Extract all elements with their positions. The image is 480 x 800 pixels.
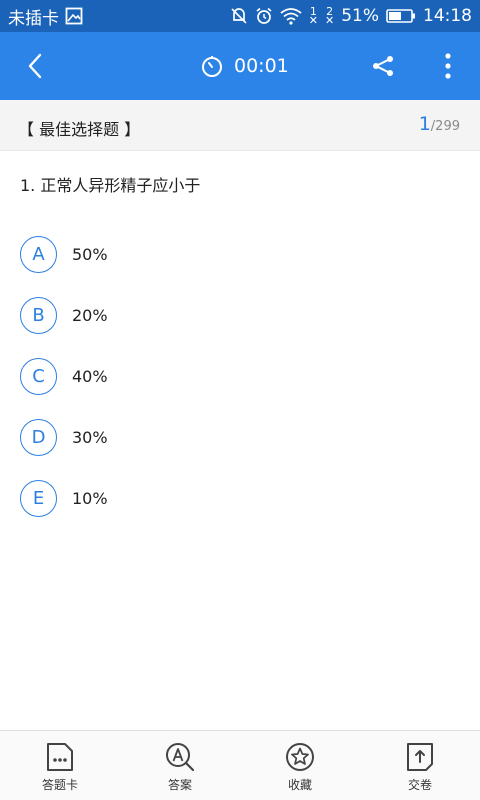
answer-search-icon: [165, 742, 195, 772]
share-icon: [373, 56, 393, 76]
nav-answer-card[interactable]: 答题卡: [0, 731, 120, 800]
more-vertical-icon: [445, 53, 451, 79]
nav-submit[interactable]: 交卷: [360, 731, 480, 800]
answer-card-icon: [45, 742, 75, 772]
section-header: 【 最佳选择题 】 1 /299: [0, 100, 480, 151]
option-letter: B: [20, 297, 57, 334]
nav-label: 答题卡: [41, 778, 78, 792]
more-options-button[interactable]: [436, 50, 460, 82]
option-list: A 50% B 20% C 40% D 30% E 10%: [20, 224, 460, 529]
image-notification-icon: [65, 7, 83, 25]
alarm-icon: [255, 7, 273, 25]
nav-label: 交卷: [407, 778, 432, 792]
nav-label: 答案: [167, 778, 192, 792]
share-button[interactable]: [369, 52, 397, 80]
stopwatch-icon: [202, 56, 222, 77]
section-title: 【 最佳选择题 】: [18, 120, 141, 139]
clock: 14:18: [423, 6, 472, 26]
option-text: 30%: [72, 428, 108, 447]
submit-icon: [405, 742, 435, 772]
option-text: 20%: [72, 306, 108, 325]
exam-timer: 00:01: [200, 52, 289, 80]
nav-favorite[interactable]: 收藏: [240, 731, 360, 800]
back-button[interactable]: [20, 51, 50, 81]
option-d[interactable]: D 30%: [20, 407, 460, 468]
option-letter: C: [20, 358, 57, 395]
question-progress: 1 /299: [419, 113, 460, 135]
star-icon: [285, 742, 315, 772]
option-c[interactable]: C 40%: [20, 346, 460, 407]
battery-percent: 51%: [341, 6, 379, 26]
option-a[interactable]: A 50%: [20, 224, 460, 285]
progress-current: 1: [418, 113, 431, 135]
back-arrow-icon: [28, 53, 42, 79]
option-b[interactable]: B 20%: [20, 285, 460, 346]
option-letter: D: [20, 419, 57, 456]
wifi-icon: [280, 7, 302, 25]
carrier-label: 未插卡: [8, 8, 59, 29]
bottom-nav: 答题卡 答案 收藏 交卷: [0, 730, 480, 800]
option-e[interactable]: E 10%: [20, 468, 460, 529]
sim2-no-signal-icon: 2 ✕: [324, 5, 335, 27]
timer-value: 00:01: [234, 55, 289, 77]
nav-label: 收藏: [287, 778, 312, 792]
battery-icon: [386, 8, 416, 24]
option-letter: E: [20, 480, 57, 517]
option-text: 50%: [72, 245, 108, 264]
sim1-no-signal-icon: 1 ✕: [308, 5, 318, 27]
option-letter: A: [20, 236, 57, 273]
status-bar: 未插卡 1 ✕ 2 ✕ 51% 14:18: [0, 0, 480, 32]
progress-total: /299: [430, 119, 460, 134]
nav-answer[interactable]: 答案: [120, 731, 240, 800]
question-text: 1. 正常人异形精子应小于: [20, 176, 201, 195]
option-text: 10%: [72, 489, 108, 508]
option-text: 40%: [72, 367, 108, 386]
mute-icon: [230, 7, 248, 25]
app-bar: 00:01: [0, 32, 480, 100]
